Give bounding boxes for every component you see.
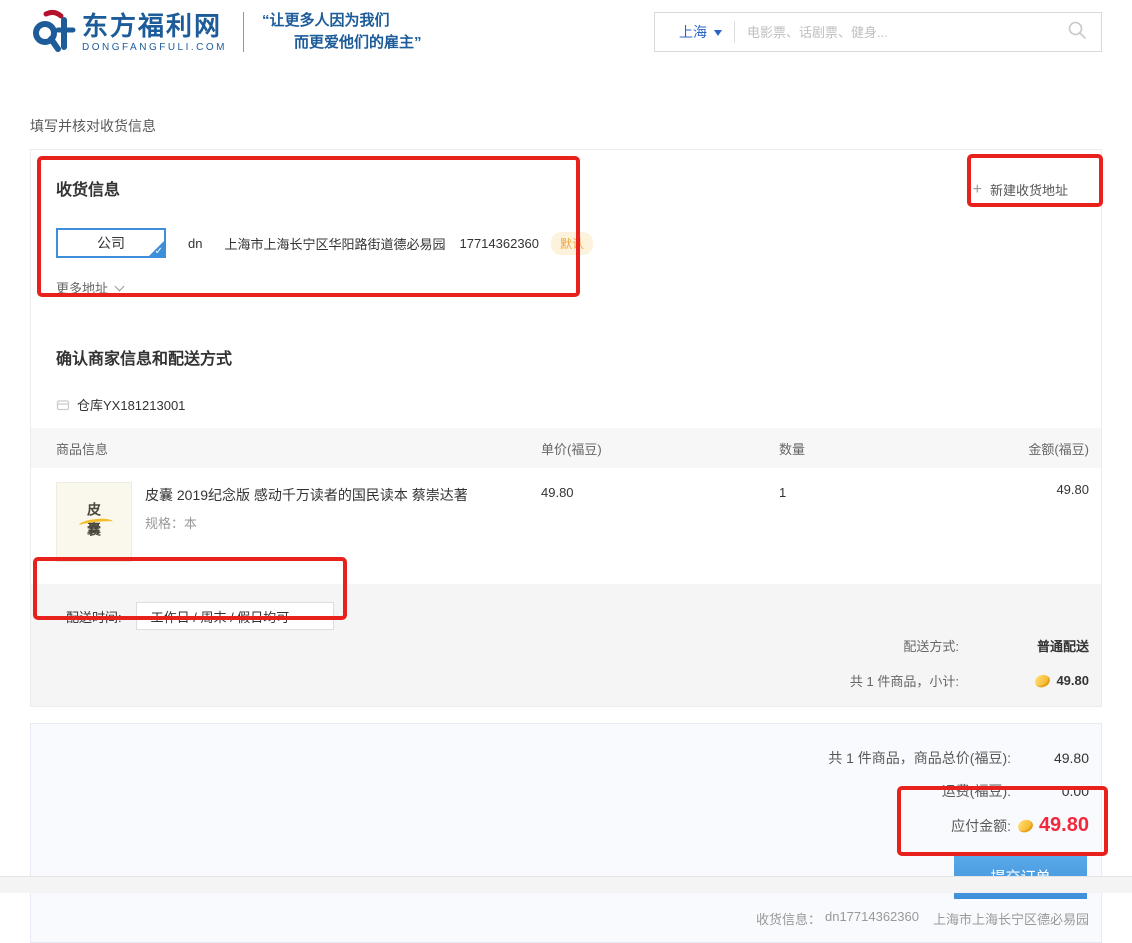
more-addresses-label: 更多地址 [56,278,108,297]
search-bar: 上海 [654,12,1102,52]
shipping-section-title: 收货信息 [56,176,120,200]
city-selector[interactable]: 上海 [655,22,734,42]
payable-value: 49.80 [1039,814,1089,837]
total-value: 49.80 [1011,750,1089,766]
slogan-line1: “让更多人因为我们 [262,10,422,32]
warehouse-name: 仓库YX181213001 [77,395,185,414]
shipping-section: 收货信息 + 新建收货地址 公司 ✓ dn 上海市上海长宁区华阳路街道德必易园 … [31,150,1101,297]
logo-divider [243,12,244,52]
address-tag-company[interactable]: 公司 ✓ [56,228,166,258]
chevron-down-icon [115,281,125,291]
footer-info-label: 收货信息： [756,909,821,928]
subtotal-label: 共 1 件商品，小计: [850,671,959,690]
shipping-fee-label: 运费(福豆): [942,781,1011,801]
product-amount: 49.80 [949,482,1089,497]
fudou-bean-icon [1034,672,1052,688]
delivery-method-value: 普通配送 [959,636,1089,655]
logo[interactable]: 东方福利网 DONGFANGFULI.COM [30,7,227,58]
delivery-time-select[interactable]: 工作日 / 周末 / 假日均可 [136,602,334,630]
shipping-fee-value: 0.00 [1011,783,1089,799]
table-header: 商品信息 单价(福豆) 数量 金额(福豆) [31,428,1101,468]
product-spec: 规格：本 [145,513,468,532]
page-footer-strip [0,876,1132,893]
footer-info-address: 上海市上海长宁区德必易园 [933,909,1089,928]
search-divider [734,21,735,43]
merchant-section-title: 确认商家信息和配送方式 [31,323,1101,369]
page-title: 填写并核对收货信息 [30,116,1102,136]
city-name: 上海 [679,22,707,42]
warehouse-row: 仓库YX181213001 [56,395,1076,414]
product-quantity: 1 [779,482,949,500]
brand-domain: DONGFANGFULI.COM [82,42,227,53]
order-card: 收货信息 + 新建收货地址 公司 ✓ dn 上海市上海长宁区华阳路街道德必易园 … [30,149,1102,707]
col-unit-price: 单价(福豆) [541,439,779,458]
delivery-time-label: 配送时间: [66,607,122,626]
plus-icon: + [973,181,982,199]
order-summary: 共 1 件商品，商品总价(福豆): 49.80 运费(福豆): 0.00 应付金… [30,723,1102,943]
footer-shipping-info: 收货信息： dn17714362360 上海市上海长宁区德必易园 [43,909,1089,928]
address-tag-label: 公司 [97,233,125,253]
default-badge: 默认 [551,232,593,255]
delivery-time-value: 工作日 / 周末 / 假日均可 [151,607,290,626]
col-product: 商品信息 [56,439,541,458]
product-unit-price: 49.80 [541,482,779,500]
recipient-name: dn [188,236,202,251]
site-header: 东方福利网 DONGFANGFULI.COM “让更多人因为我们 而更爱他们的雇… [0,0,1132,64]
product-title: 皮囊 2019纪念版 感动千万读者的国民读本 蔡崇达著 [145,485,468,505]
table-row: 皮囊 皮囊 2019纪念版 感动千万读者的国民读本 蔡崇达著 规格：本 49.8… [31,468,1101,584]
brand-name: 东方福利网 [82,12,227,40]
chevron-down-icon [714,30,722,40]
new-address-button[interactable]: + 新建收货地址 [973,180,1068,199]
product-image: 皮囊 [56,482,132,562]
selected-check-icon: ✓ [155,247,163,257]
logo-mark-icon [30,7,76,58]
search-input[interactable] [747,25,1059,40]
new-address-label: 新建收货地址 [990,180,1068,199]
col-quantity: 数量 [779,439,949,458]
search-icon[interactable] [1067,20,1087,45]
subtotal-value: 49.80 [1056,673,1089,688]
address-row: 公司 ✓ dn 上海市上海长宁区华阳路街道德必易园 17714362360 默认 [56,228,1076,258]
total-label: 共 1 件商品，商品总价(福豆): [828,748,1011,768]
slogan: “让更多人因为我们 而更爱他们的雇主” [262,10,422,54]
phone-number: 17714362360 [459,236,539,251]
address-text: 上海市上海长宁区华阳路街道德必易园 [224,234,445,253]
delivery-section: 配送时间: 工作日 / 周末 / 假日均可 配送方式: 普通配送 共 1 件商品… [31,584,1101,706]
footer-info-value: dn17714362360 [825,909,919,928]
fudou-bean-icon [1016,817,1034,833]
delivery-method-label: 配送方式: [903,636,959,655]
col-amount: 金额(福豆) [949,439,1089,458]
shop-icon [56,398,70,411]
more-addresses-toggle[interactable]: 更多地址 [56,278,1076,297]
slogan-line2: 而更爱他们的雇主” [294,32,422,54]
payable-label: 应付金额: [951,816,1011,836]
